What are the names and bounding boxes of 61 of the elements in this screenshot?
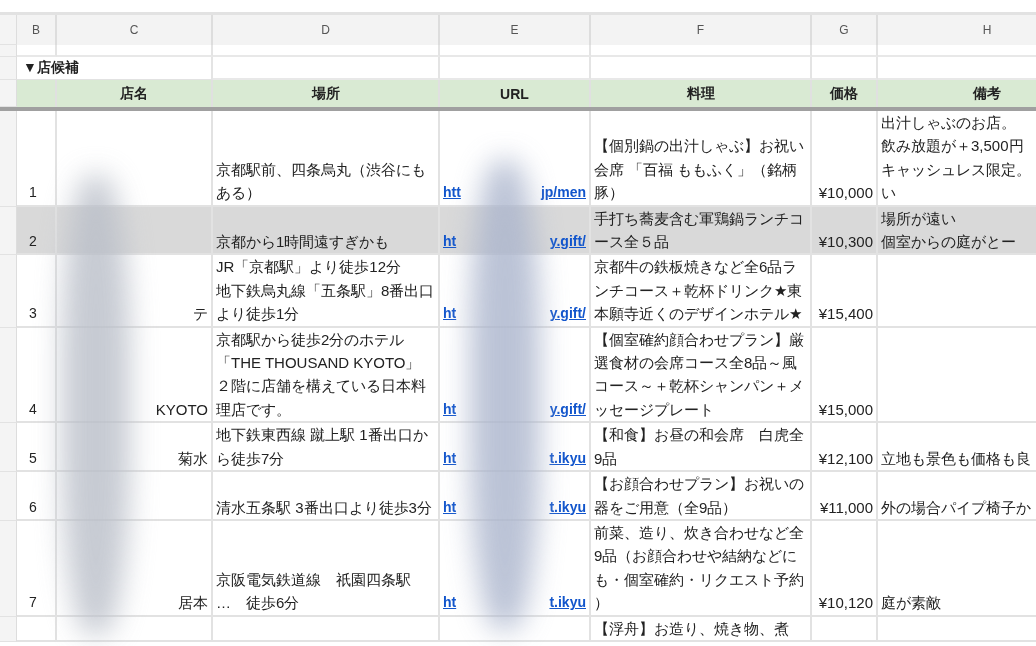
- cell-text: … 徒歩6分: [216, 593, 301, 614]
- link[interactable]: jp/men: [540, 181, 586, 205]
- header-cell: 備考: [878, 80, 1036, 107]
- cell-text: 立地も景色も価格も良: [881, 448, 1032, 469]
- cell-text: 飲み放題が＋3,500円: [881, 136, 1025, 157]
- cell-text: キャッシュレス限定。: [881, 159, 1032, 180]
- column-header[interactable]: C: [57, 15, 213, 45]
- row-header-cell[interactable]: [0, 423, 17, 473]
- row-header-cell[interactable]: [0, 57, 17, 80]
- header-cell: 料理: [591, 80, 812, 107]
- table-cell: 【浮舟】お造り、焼き物、煮: [591, 616, 812, 642]
- link[interactable]: t.ikyu: [549, 495, 586, 519]
- cell-text: 京阪電気鉄道線 祇園四条駅: [216, 569, 412, 590]
- header-cell: URL: [440, 80, 591, 107]
- link[interactable]: t.ikyu: [549, 446, 586, 471]
- cell-text: 外の場合パイプ椅子か: [881, 497, 1032, 518]
- link[interactable]: ht: [443, 230, 457, 254]
- header-cell: 価格: [812, 80, 878, 107]
- link[interactable]: ht: [443, 591, 457, 615]
- column-header[interactable]: E: [440, 15, 591, 45]
- link[interactable]: t.ikyu: [549, 591, 586, 615]
- row-header-cell[interactable]: [0, 255, 17, 328]
- cell-text: い: [881, 183, 897, 204]
- column-header[interactable]: B: [17, 15, 57, 45]
- header-cell: 場所: [213, 80, 440, 107]
- cell-text: 「THE THOUSAND KYOTO」: [216, 353, 422, 374]
- cell-text: 清水五条駅 3番出口より徒歩3分: [216, 497, 433, 518]
- link[interactable]: ht: [443, 302, 457, 326]
- link[interactable]: ht: [443, 495, 457, 519]
- cell-text: 出汁しゃぶのお店。: [881, 113, 1017, 133]
- row-header-cell[interactable]: [0, 80, 17, 107]
- link[interactable]: y.gift/: [549, 302, 586, 326]
- row-header-cell[interactable]: [0, 327, 17, 424]
- row-header-cell[interactable]: [0, 111, 17, 207]
- cell-text: 京都駅から徒歩2分のホテル: [216, 329, 406, 350]
- cell-text: 地下鉄東西線 蹴上駅 1番出口から徒歩7分: [216, 425, 429, 469]
- link[interactable]: y.gift/: [549, 397, 586, 422]
- link[interactable]: y.gift/: [549, 230, 586, 254]
- cell-text: 京都駅前、四条烏丸（渋谷にもある）: [216, 159, 427, 204]
- row-header-cell[interactable]: [0, 616, 17, 642]
- table-cell: [17, 616, 57, 642]
- header-cell: 店名: [57, 80, 213, 107]
- cell-text: ２階に店舗を構えている日本料理店です。: [216, 376, 427, 420]
- cell-text: JR「京都駅」より徒歩12分: [216, 257, 403, 278]
- row-header-cell[interactable]: [0, 520, 17, 617]
- column-header[interactable]: H: [878, 15, 1036, 45]
- row-header-cell[interactable]: [0, 472, 17, 521]
- cell-text: 場所が遠い: [881, 208, 957, 229]
- cell-text: 京都から1時間遠すぎかも: [216, 232, 391, 253]
- cell-text: 庭が素敵: [881, 593, 942, 614]
- link[interactable]: ht: [443, 446, 457, 471]
- cell-text: 地下鉄烏丸線「五条駅」8番出口より徒歩1分: [216, 280, 435, 325]
- link[interactable]: htt: [443, 181, 461, 205]
- row-header-cell[interactable]: [0, 45, 17, 57]
- row-header-cell[interactable]: [0, 206, 17, 256]
- cell-text: 個室からの庭がとー: [881, 232, 1017, 253]
- column-header[interactable]: F: [591, 15, 812, 45]
- empty-cell: [812, 45, 878, 57]
- link[interactable]: ht: [443, 397, 457, 422]
- column-header[interactable]: G: [812, 15, 878, 45]
- column-header[interactable]: D: [213, 15, 440, 45]
